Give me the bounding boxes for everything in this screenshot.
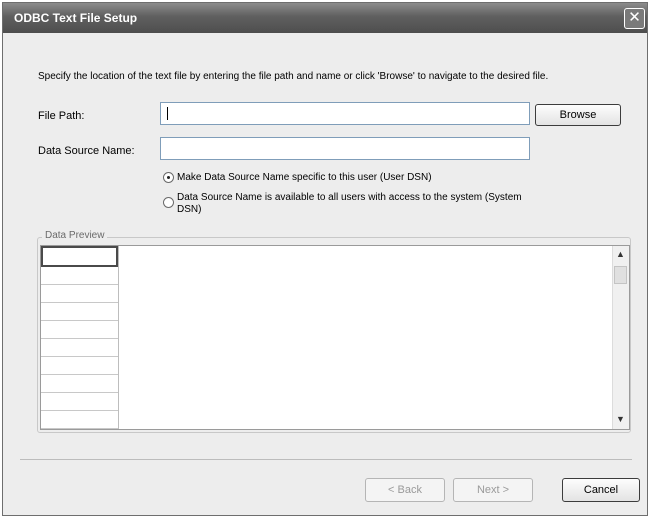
browse-button[interactable]: Browse bbox=[535, 104, 621, 126]
radio-selected-icon bbox=[163, 172, 174, 183]
data-preview-legend: Data Preview bbox=[42, 230, 108, 241]
chevron-up-icon[interactable]: ▲ bbox=[615, 249, 626, 260]
grid-cell[interactable] bbox=[41, 321, 118, 339]
data-source-name-label: Data Source Name: bbox=[38, 145, 135, 157]
title-bar[interactable]: ODBC Text File Setup ✕ bbox=[3, 3, 647, 33]
system-dsn-radio[interactable]: Data Source Name is available to all use… bbox=[163, 192, 543, 216]
grid-cell[interactable] bbox=[41, 375, 118, 393]
close-button[interactable]: ✕ bbox=[624, 8, 645, 29]
back-button[interactable]: < Back bbox=[365, 478, 445, 502]
row-header-column bbox=[41, 246, 119, 429]
chevron-down-icon[interactable]: ▼ bbox=[615, 414, 626, 425]
file-path-label: File Path: bbox=[38, 110, 85, 122]
data-source-name-input[interactable] bbox=[160, 137, 530, 160]
grid-cell[interactable] bbox=[41, 246, 118, 267]
divider bbox=[20, 459, 632, 460]
close-icon: ✕ bbox=[628, 9, 641, 26]
grid-cell[interactable] bbox=[41, 303, 118, 321]
cancel-button[interactable]: Cancel bbox=[562, 478, 640, 502]
user-dsn-radio[interactable]: Make Data Source Name specific to this u… bbox=[163, 172, 432, 184]
instructions-text: Specify the location of the text file by… bbox=[38, 71, 549, 82]
window-title: ODBC Text File Setup bbox=[14, 11, 138, 25]
grid-cell[interactable] bbox=[41, 411, 118, 429]
grid-cell[interactable] bbox=[41, 285, 118, 303]
system-dsn-label: Data Source Name is available to all use… bbox=[177, 192, 522, 215]
vertical-scrollbar[interactable]: ▲ ▼ bbox=[612, 246, 629, 429]
grid-cell[interactable] bbox=[41, 357, 118, 375]
grid-cell[interactable] bbox=[41, 267, 118, 285]
text-caret bbox=[167, 107, 168, 120]
grid-cell[interactable] bbox=[41, 393, 118, 411]
user-dsn-label: Make Data Source Name specific to this u… bbox=[177, 172, 432, 183]
next-button[interactable]: Next > bbox=[453, 478, 533, 502]
file-path-input[interactable] bbox=[160, 102, 530, 125]
radio-unselected-icon bbox=[163, 197, 174, 208]
scroll-thumb[interactable] bbox=[614, 266, 627, 284]
data-preview-grid[interactable]: ▲ ▼ bbox=[40, 245, 630, 430]
grid-cell[interactable] bbox=[41, 339, 118, 357]
